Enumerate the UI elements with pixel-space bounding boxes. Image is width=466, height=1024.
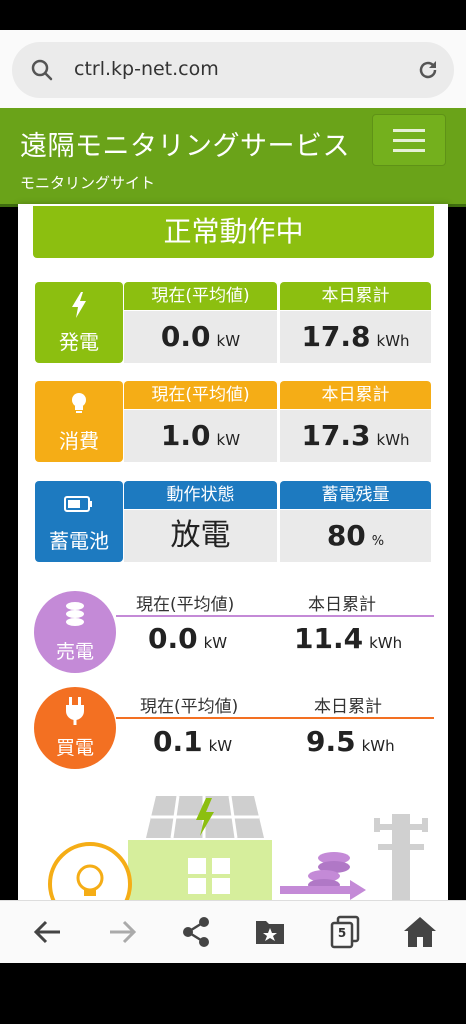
battery-remaining-header: 蓄電残量 <box>280 481 431 509</box>
plug-icon <box>66 697 84 725</box>
solar-panel-icon <box>146 795 264 839</box>
consumption-label: 消費 <box>59 429 99 453</box>
selling-current-header: 現在(平均値) <box>136 595 235 615</box>
bookmarks-icon[interactable] <box>250 913 290 951</box>
buying-current-header: 現在(平均値) <box>140 697 239 717</box>
hamburger-icon <box>393 129 425 132</box>
search-icon <box>31 59 53 81</box>
tab-count: 5 <box>337 926 347 940</box>
back-icon[interactable] <box>28 913 68 951</box>
site-title: 遠隔モニタリングサービス <box>20 131 350 162</box>
reload-icon[interactable] <box>416 58 440 82</box>
buying-total-value: 9.5 kWh <box>306 725 395 758</box>
tabs-button[interactable]: 5 <box>324 913 364 951</box>
home-icon[interactable] <box>400 913 440 951</box>
url-field[interactable]: ctrl.kp-net.com <box>12 42 454 98</box>
consumption-total-header: 本日累計 <box>280 381 431 409</box>
house-icon <box>128 840 272 900</box>
monitor-panel: 正常動作中 発電 現在(平均値) 本日累計 0.0 kW 17.8 kWh 消費 現… <box>18 204 448 900</box>
lightning-icon <box>72 292 86 318</box>
generation-total-value: 17.8 kWh <box>280 311 431 363</box>
battery-remaining-value: 80% <box>280 510 431 562</box>
share-icon[interactable] <box>176 913 216 951</box>
selling-total-header: 本日累計 <box>308 595 376 615</box>
generation-badge: 発電 <box>35 282 123 363</box>
generation-label: 発電 <box>59 330 99 354</box>
generation-total-header: 本日累計 <box>280 282 431 310</box>
generation-current-value: 0.0 kW <box>124 311 277 363</box>
buying-total-header: 本日累計 <box>314 697 382 717</box>
selling-label: 売電 <box>55 641 94 663</box>
consumption-badge: 消費 <box>35 381 123 462</box>
buying-current-value: 0.1 kW <box>153 725 233 758</box>
site-header: 遠隔モニタリングサービス モニタリングサイト <box>0 108 466 207</box>
forward-icon[interactable] <box>102 913 142 951</box>
consumption-total-value: 17.3 kWh <box>280 410 431 462</box>
energy-illustration <box>48 795 428 900</box>
selling-badge: 売電 <box>34 591 116 673</box>
power-tower-icon <box>374 814 428 900</box>
buying-label: 買電 <box>55 737 94 759</box>
buying-divider <box>116 717 434 719</box>
selling-divider <box>116 615 434 617</box>
consumption-current-value: 1.0 kW <box>124 410 277 462</box>
selling-total-value: 11.4 kWh <box>294 622 403 655</box>
battery-state-value: 放電 <box>124 510 277 562</box>
selling-current-value: 0.0 kW <box>148 622 228 655</box>
browser-address-bar: ctrl.kp-net.com <box>0 30 466 108</box>
coins-icon <box>66 602 84 626</box>
menu-button[interactable] <box>372 114 446 166</box>
buying-badge: 買電 <box>34 687 116 769</box>
site-subtitle: モニタリングサイト <box>20 174 156 192</box>
lightbulb-bubble-icon <box>48 842 132 900</box>
browser-bottom-nav: 5 <box>0 900 466 963</box>
battery-badge: 蓄電池 <box>35 481 123 562</box>
battery-state-header: 動作状態 <box>124 481 277 509</box>
battery-label: 蓄電池 <box>49 529 109 553</box>
generation-current-header: 現在(平均値) <box>124 282 277 310</box>
battery-icon <box>64 496 92 512</box>
lightbulb-icon <box>72 393 86 413</box>
url-text: ctrl.kp-net.com <box>74 58 219 80</box>
consumption-current-header: 現在(平均値) <box>124 381 277 409</box>
status-banner: 正常動作中 <box>33 206 434 258</box>
coins-stack-icon <box>280 852 366 900</box>
